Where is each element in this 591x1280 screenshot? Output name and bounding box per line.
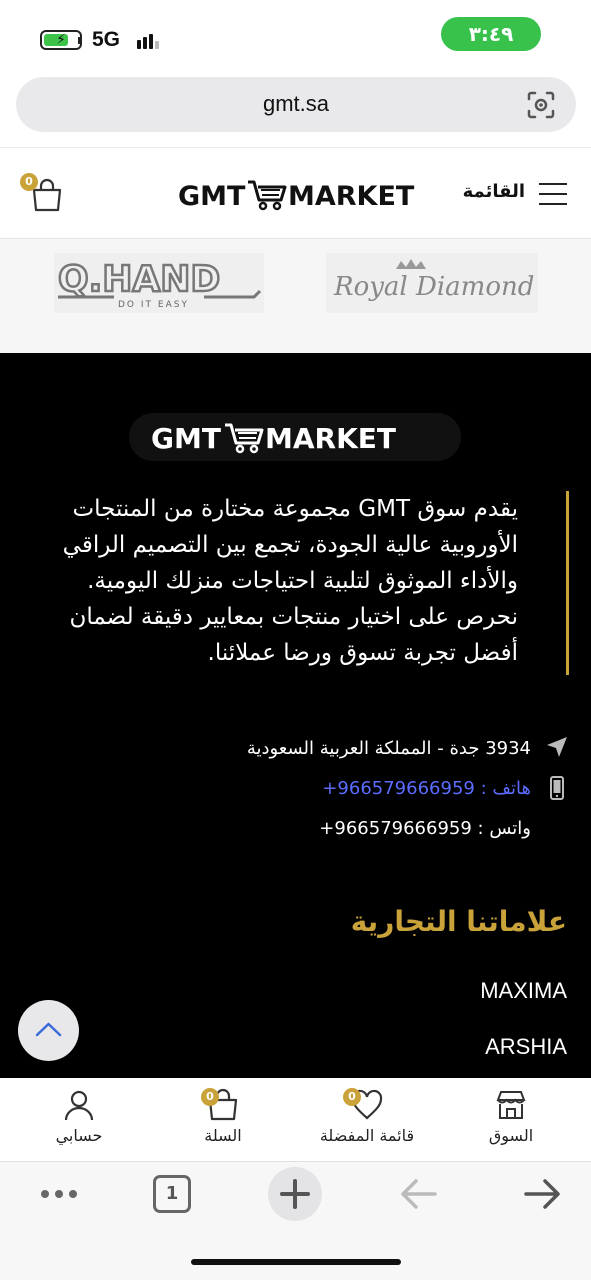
cart-logo-icon (225, 423, 264, 454)
brand-logos-strip: Q.HAND DO IT EASY Royal Diamond (0, 239, 591, 353)
brands-heading: علاماتنا التجارية (350, 905, 567, 938)
nav-wishlist-label: قائمة المفضلة (319, 1126, 415, 1145)
svg-text:DO IT EASY: DO IT EASY (118, 300, 189, 310)
svg-text:GMT: GMT (151, 422, 221, 455)
forward-arrow-icon[interactable] (523, 1178, 561, 1210)
nav-account[interactable]: حسابي (19, 1088, 139, 1158)
new-tab-button[interactable] (268, 1167, 322, 1221)
about-text: يقدم سوق GMT مجموعة مختارة من المنتجات ا… (24, 491, 569, 675)
nav-account-label: حسابي (55, 1126, 103, 1145)
royal-diamond-logo[interactable]: Royal Diamond (326, 253, 538, 313)
camera-lens-icon[interactable] (526, 90, 556, 120)
cart-logo-icon (248, 180, 287, 211)
url-text[interactable]: gmt.sa (16, 91, 576, 117)
user-icon (64, 1090, 94, 1121)
brand-link-arshia[interactable]: ARSHIA (485, 1034, 567, 1060)
bottom-navigation: السوق 0 قائمة المفضلة 0 السلة حسابي (0, 1078, 591, 1162)
site-logo[interactable]: GMT MARKET (178, 174, 418, 214)
more-options-icon[interactable] (40, 1188, 78, 1200)
nav-cart-label: السلة (204, 1126, 242, 1145)
qhand-logo[interactable]: Q.HAND DO IT EASY (54, 253, 264, 313)
site-header: 0 GMT MARKET القائمة (0, 147, 591, 239)
address-text: 3934 جدة - المملكة العربية السعودية (246, 738, 531, 759)
header-cart-button[interactable]: 0 (18, 170, 68, 220)
wishlist-count-badge: 0 (343, 1088, 361, 1106)
browser-toolbar: 1 (0, 1162, 591, 1280)
scroll-to-top-button[interactable] (18, 1000, 79, 1061)
hamburger-menu-icon[interactable] (539, 183, 567, 205)
cart-count-badge: 0 (20, 173, 38, 191)
address-bar[interactable]: gmt.sa (16, 77, 576, 132)
svg-text:Q.HAND: Q.HAND (58, 259, 220, 300)
tabs-count-button[interactable]: 1 (153, 1175, 191, 1213)
nav-store-label: السوق (488, 1126, 534, 1145)
home-indicator (191, 1259, 401, 1265)
menu-label[interactable]: القائمة (463, 181, 525, 202)
signal-bars-icon (137, 31, 161, 49)
cart-count-badge: 0 (201, 1088, 219, 1106)
mobile-phone-icon (550, 776, 564, 800)
whatsapp-text: واتس : 966579666959+ (319, 818, 531, 839)
logo-text-gmt: GMT (178, 181, 246, 212)
status-bar: ⚡ 5G ٣:٤٩ (0, 0, 591, 72)
nav-wishlist[interactable]: 0 قائمة المفضلة (307, 1088, 427, 1158)
location-arrow-icon (547, 737, 567, 757)
nav-cart[interactable]: 0 السلة (163, 1088, 283, 1158)
status-time: ٣:٤٩ (441, 17, 541, 51)
phone-link[interactable]: هاتف : 966579666959+ (322, 778, 531, 799)
site-footer: GMT MARKET يقدم سوق GMT مجموعة مختارة من… (0, 353, 591, 1078)
network-type: 5G (92, 28, 121, 51)
footer-logo[interactable]: GMT MARKET (129, 413, 461, 461)
svg-text:Royal Diamond: Royal Diamond (333, 272, 534, 302)
brand-link-maxima[interactable]: MAXIMA (480, 978, 567, 1004)
logo-text-market: MARKET (288, 181, 415, 212)
battery-charging-icon: ⚡ (40, 30, 82, 50)
nav-store[interactable]: السوق (451, 1088, 571, 1158)
svg-text:MARKET: MARKET (265, 422, 396, 455)
chevron-up-icon (35, 1022, 62, 1037)
back-arrow-icon[interactable] (400, 1178, 438, 1210)
store-icon (496, 1091, 526, 1119)
plus-icon (280, 1179, 310, 1209)
